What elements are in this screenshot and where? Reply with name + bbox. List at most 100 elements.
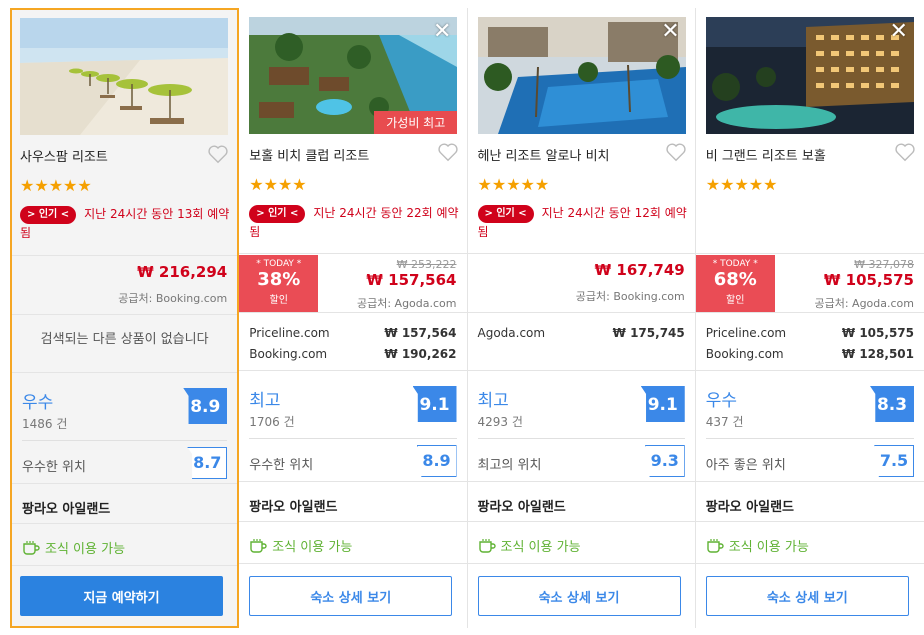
hotel-name[interactable]: 헤난 리조트 알로나 비치 bbox=[478, 145, 610, 164]
hotel-photo-3[interactable]: ✕ bbox=[477, 17, 686, 134]
price-box[interactable]: ₩ 167,749 공급처: Booking.com bbox=[468, 255, 695, 313]
hotel-card-2: ✕ 가성비 최고 보홀 비치 클럽 리조트 ★★★★ > 인기 < 지난 24시간… bbox=[239, 8, 468, 628]
star-rating: ★★★★ bbox=[249, 175, 307, 194]
no-other-offers-text: 검색되는 다른 상품이 없습니다 bbox=[40, 332, 209, 347]
divider bbox=[467, 481, 695, 482]
hotel-name[interactable]: 사우스팜 리조트 bbox=[20, 146, 108, 165]
divider bbox=[695, 563, 924, 564]
heart-icon[interactable] bbox=[437, 141, 459, 163]
close-icon[interactable]: ✕ bbox=[658, 19, 684, 45]
heart-icon[interactable] bbox=[894, 141, 916, 163]
price-box[interactable]: ₩ 216,294 공급처: Booking.com bbox=[12, 257, 237, 315]
view-details-button[interactable]: 숙소 상세 보기 bbox=[477, 576, 681, 616]
price[interactable]: ₩ 157,564 bbox=[366, 271, 456, 289]
close-icon[interactable]: ✕ bbox=[429, 19, 455, 45]
popularity-note: > 인기 < 지난 24시간 동안 22회 예약됨 bbox=[249, 204, 459, 241]
review-rating[interactable]: 우수 1486 건 8.9 bbox=[22, 388, 228, 432]
star-rating: ★★★★★ bbox=[477, 175, 550, 194]
supplier: 공급처: Agoda.com bbox=[356, 297, 457, 310]
hotel-card-1: 사우스팜 리조트 ★★★★★ > 인기 < 지난 24시간 동안 13회 예약됨 … bbox=[10, 8, 240, 628]
location-label: 아주 좋은 위치 bbox=[705, 458, 786, 473]
offer-row[interactable]: Priceline.com ₩ 157,564 bbox=[249, 326, 456, 340]
area-name: 팡라오 아일랜드 bbox=[22, 502, 111, 517]
other-offers: Priceline.com ₩ 157,564 Booking.com ₩ 190,… bbox=[249, 326, 456, 368]
divider bbox=[239, 563, 467, 564]
divider bbox=[695, 370, 924, 371]
coffee-cup-icon bbox=[250, 538, 267, 553]
review-rating[interactable]: 최고 4293 건 9.1 bbox=[478, 386, 685, 430]
offer-site: Booking.com bbox=[249, 347, 328, 361]
supplier: 공급처: Booking.com bbox=[118, 292, 228, 305]
breakfast-info: 조식 이용 가능 bbox=[478, 536, 581, 555]
rating-score: 9.1 bbox=[412, 386, 457, 422]
offer-row[interactable]: Booking.com ₩ 190,262 bbox=[249, 347, 456, 361]
today-label: * TODAY * bbox=[256, 259, 302, 269]
divider bbox=[12, 255, 238, 256]
close-icon[interactable]: ✕ bbox=[886, 19, 912, 45]
heart-icon[interactable] bbox=[665, 141, 687, 163]
price[interactable]: ₩ 167,749 bbox=[595, 261, 685, 279]
breakfast-info: 조식 이용 가능 bbox=[22, 538, 125, 557]
discount-label: 할인 bbox=[726, 295, 745, 306]
price-box[interactable]: * TODAY * 68% 할인 ₩ 327,078 ₩ 105,575 공급처… bbox=[695, 255, 924, 313]
divider bbox=[12, 523, 238, 524]
divider bbox=[705, 438, 914, 439]
divider bbox=[467, 253, 695, 254]
offer-site: Booking.com bbox=[705, 347, 784, 361]
divider bbox=[12, 483, 238, 484]
divider bbox=[467, 312, 695, 313]
hotel-photo-1[interactable] bbox=[20, 18, 228, 135]
offer-row[interactable]: Booking.com ₩ 128,501 bbox=[706, 347, 914, 361]
divider bbox=[695, 481, 924, 482]
area-name: 팡라오 아일랜드 bbox=[477, 500, 566, 515]
divider bbox=[239, 481, 467, 482]
price[interactable]: ₩ 216,294 bbox=[137, 263, 227, 281]
review-rating[interactable]: 우수 437 건 8.3 bbox=[706, 386, 914, 430]
location-score: 8.9 bbox=[416, 445, 457, 477]
view-details-button[interactable]: 숙소 상세 보기 bbox=[249, 576, 453, 616]
price[interactable]: ₩ 105,575 bbox=[824, 271, 914, 289]
hotel-name[interactable]: 보홀 비치 클럽 리조트 bbox=[249, 145, 369, 164]
divider bbox=[249, 438, 457, 439]
divider bbox=[239, 312, 467, 313]
location-label: 우수한 위치 bbox=[22, 460, 86, 475]
divider bbox=[12, 372, 238, 373]
offer-price: ₩ 157,564 bbox=[384, 326, 457, 340]
divider bbox=[695, 312, 924, 313]
hotel-card-3: ✕ 헤난 리조트 알로나 비치 ★★★★★ > 인기 < 지난 24시간 동안 1… bbox=[467, 8, 696, 628]
offer-site: Priceline.com bbox=[705, 326, 787, 340]
breakfast-label: 조식 이용 가능 bbox=[728, 540, 809, 555]
divider bbox=[467, 370, 695, 371]
supplier: 공급처: Booking.com bbox=[575, 290, 685, 303]
original-price: ₩ 253,222 bbox=[396, 258, 457, 271]
divider bbox=[239, 521, 467, 522]
divider bbox=[695, 521, 924, 522]
heart-icon[interactable] bbox=[207, 143, 229, 165]
price-box[interactable]: * TODAY * 38% 할인 ₩ 253,222 ₩ 157,564 공급처… bbox=[239, 255, 466, 313]
popularity-note: > 인기 < 지난 24시간 동안 12회 예약됨 bbox=[477, 204, 688, 241]
divider bbox=[22, 440, 228, 441]
review-rating[interactable]: 최고 1706 건 9.1 bbox=[249, 386, 457, 430]
popular-badge: > 인기 < bbox=[477, 205, 534, 223]
divider bbox=[695, 253, 924, 254]
discount-percent: 38% bbox=[257, 269, 301, 290]
offer-price: ₩ 175,745 bbox=[612, 326, 685, 340]
divider bbox=[477, 438, 685, 439]
hotel-photo-4[interactable]: ✕ bbox=[705, 17, 914, 134]
popular-badge: > 인기 < bbox=[249, 205, 306, 223]
offer-row[interactable]: Priceline.com ₩ 105,575 bbox=[706, 326, 914, 340]
hotel-photo-2[interactable]: ✕ 가성비 최고 bbox=[249, 17, 458, 134]
offer-price: ₩ 190,262 bbox=[384, 347, 457, 361]
breakfast-label: 조식 이용 가능 bbox=[500, 540, 581, 555]
divider bbox=[12, 314, 238, 315]
breakfast-info: 조식 이용 가능 bbox=[706, 536, 809, 555]
offer-row[interactable]: Agoda.com ₩ 175,745 bbox=[478, 326, 685, 340]
hotel-name[interactable]: 비 그랜드 리조트 보홀 bbox=[706, 145, 826, 164]
divider bbox=[239, 253, 467, 254]
offer-price: ₩ 105,575 bbox=[841, 326, 914, 340]
view-details-button[interactable]: 숙소 상세 보기 bbox=[705, 576, 909, 616]
book-now-button[interactable]: 지금 예약하기 bbox=[20, 576, 223, 616]
divider bbox=[239, 370, 467, 371]
breakfast-label: 조식 이용 가능 bbox=[45, 542, 126, 557]
divider bbox=[467, 563, 695, 564]
